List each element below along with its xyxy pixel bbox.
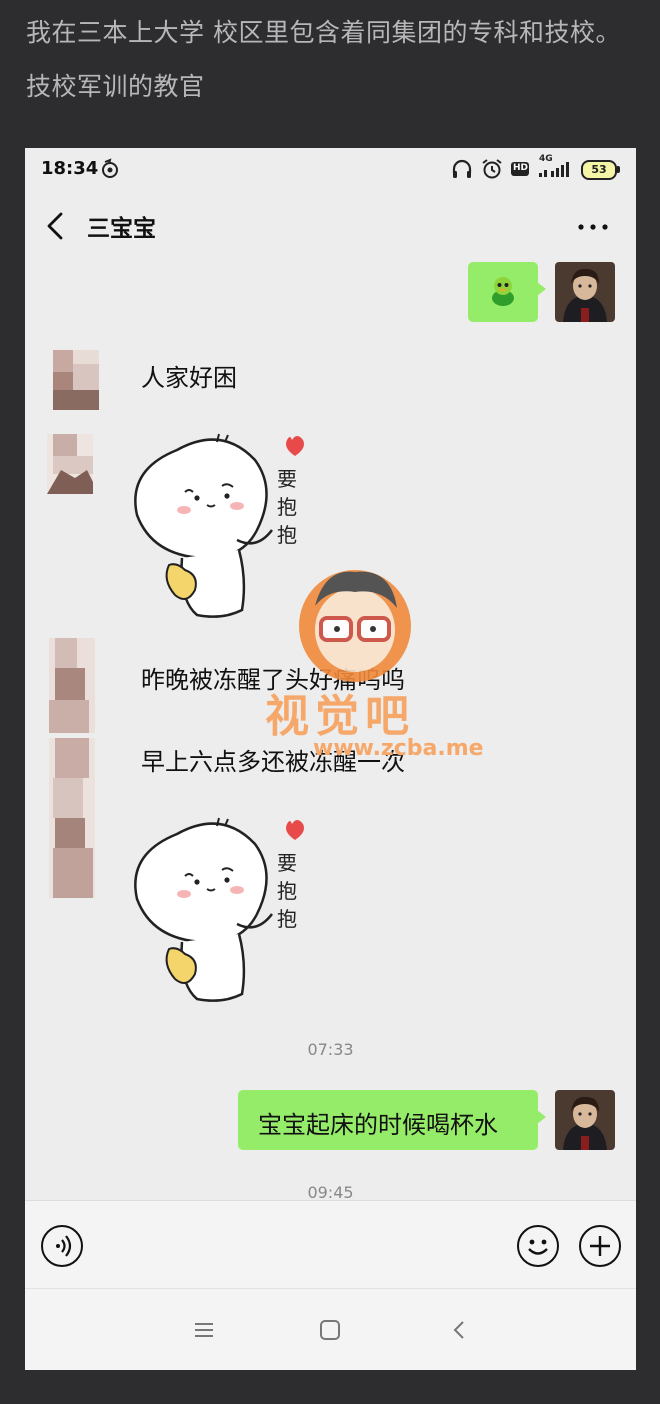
battery-tip: [617, 166, 620, 173]
back-nav-icon[interactable]: [449, 1319, 471, 1341]
my-avatar[interactable]: [555, 1090, 615, 1150]
chat-header: 三宝宝: [25, 196, 636, 256]
voice-input-button[interactable]: [41, 1225, 83, 1267]
sticker-text: 要: [277, 467, 297, 491]
home-icon[interactable]: [319, 1319, 341, 1341]
more-functions-button[interactable]: [579, 1225, 621, 1267]
more-options-icon[interactable]: [573, 212, 613, 242]
alarm-icon: [482, 159, 502, 179]
sticker-text: 抱: [277, 879, 297, 903]
watermark-text: 视觉吧: [265, 691, 415, 742]
hug-sticker-icon[interactable]: 要 抱 抱: [127, 814, 327, 1004]
phone-screenshot: 18:34 HD 4G 53 三宝宝 人家好困 要 抱 抱 昨晚被冻醒了头好痛呜…: [25, 148, 636, 1370]
status-time: 18:34: [41, 158, 99, 179]
plus-icon: [590, 1236, 610, 1256]
post-caption: 我在三本上大学 校区里包含着同集团的专科和技校。技校军训的教官: [26, 18, 621, 101]
hd-label: HD: [513, 163, 529, 173]
contact-avatar-blurred[interactable]: [47, 434, 93, 494]
system-navigation-bar: [25, 1288, 636, 1370]
chat-input-bar: [25, 1200, 636, 1289]
my-avatar[interactable]: [555, 262, 615, 322]
emoji-button[interactable]: [517, 1225, 559, 1267]
my-message-bubble[interactable]: 宝宝起床的时候喝杯水: [238, 1090, 546, 1150]
my-message-text: 宝宝起床的时候喝杯水: [258, 1111, 498, 1139]
my-emoji-bubble[interactable]: [468, 262, 546, 322]
battery-indicator: 53: [581, 160, 617, 180]
smiley-icon: [528, 1239, 548, 1255]
voice-icon: [56, 1235, 72, 1257]
headphones-icon: [452, 159, 472, 178]
watermark-url: www.zcba.me: [313, 736, 484, 761]
green-creature-icon: [492, 277, 514, 306]
sticker-text: 要: [277, 851, 297, 875]
status-bar: 18:34 HD 4G 53: [25, 148, 636, 192]
menu-icon[interactable]: [193, 1319, 215, 1341]
sticker-text: 抱: [277, 495, 297, 519]
contact-avatar-blurred[interactable]: [53, 350, 99, 410]
contact-avatar-blurred[interactable]: [49, 638, 95, 733]
signal-icon: [539, 162, 569, 177]
contact-message-text[interactable]: 人家好困: [141, 358, 237, 393]
sync-icon: [102, 158, 118, 178]
sticker-text: 抱: [277, 523, 297, 547]
chat-title: 三宝宝: [87, 216, 156, 242]
message-timestamp: 07:33: [307, 1040, 354, 1059]
back-arrow-icon[interactable]: [39, 208, 73, 244]
sticker-text: 抱: [277, 907, 297, 931]
contact-avatar-blurred[interactable]: [49, 738, 95, 898]
